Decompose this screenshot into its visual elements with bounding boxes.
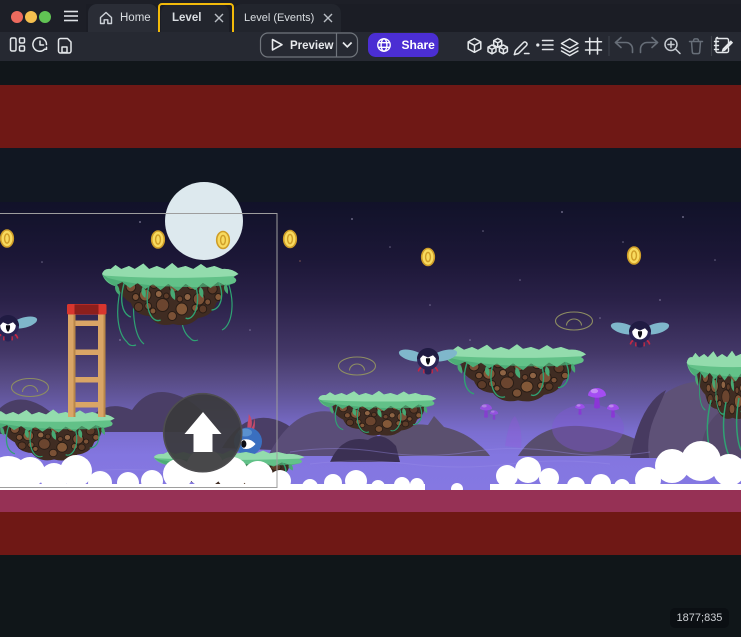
svg-text:Preview: Preview [290, 40, 334, 52]
svg-text:Share: Share [402, 38, 436, 52]
